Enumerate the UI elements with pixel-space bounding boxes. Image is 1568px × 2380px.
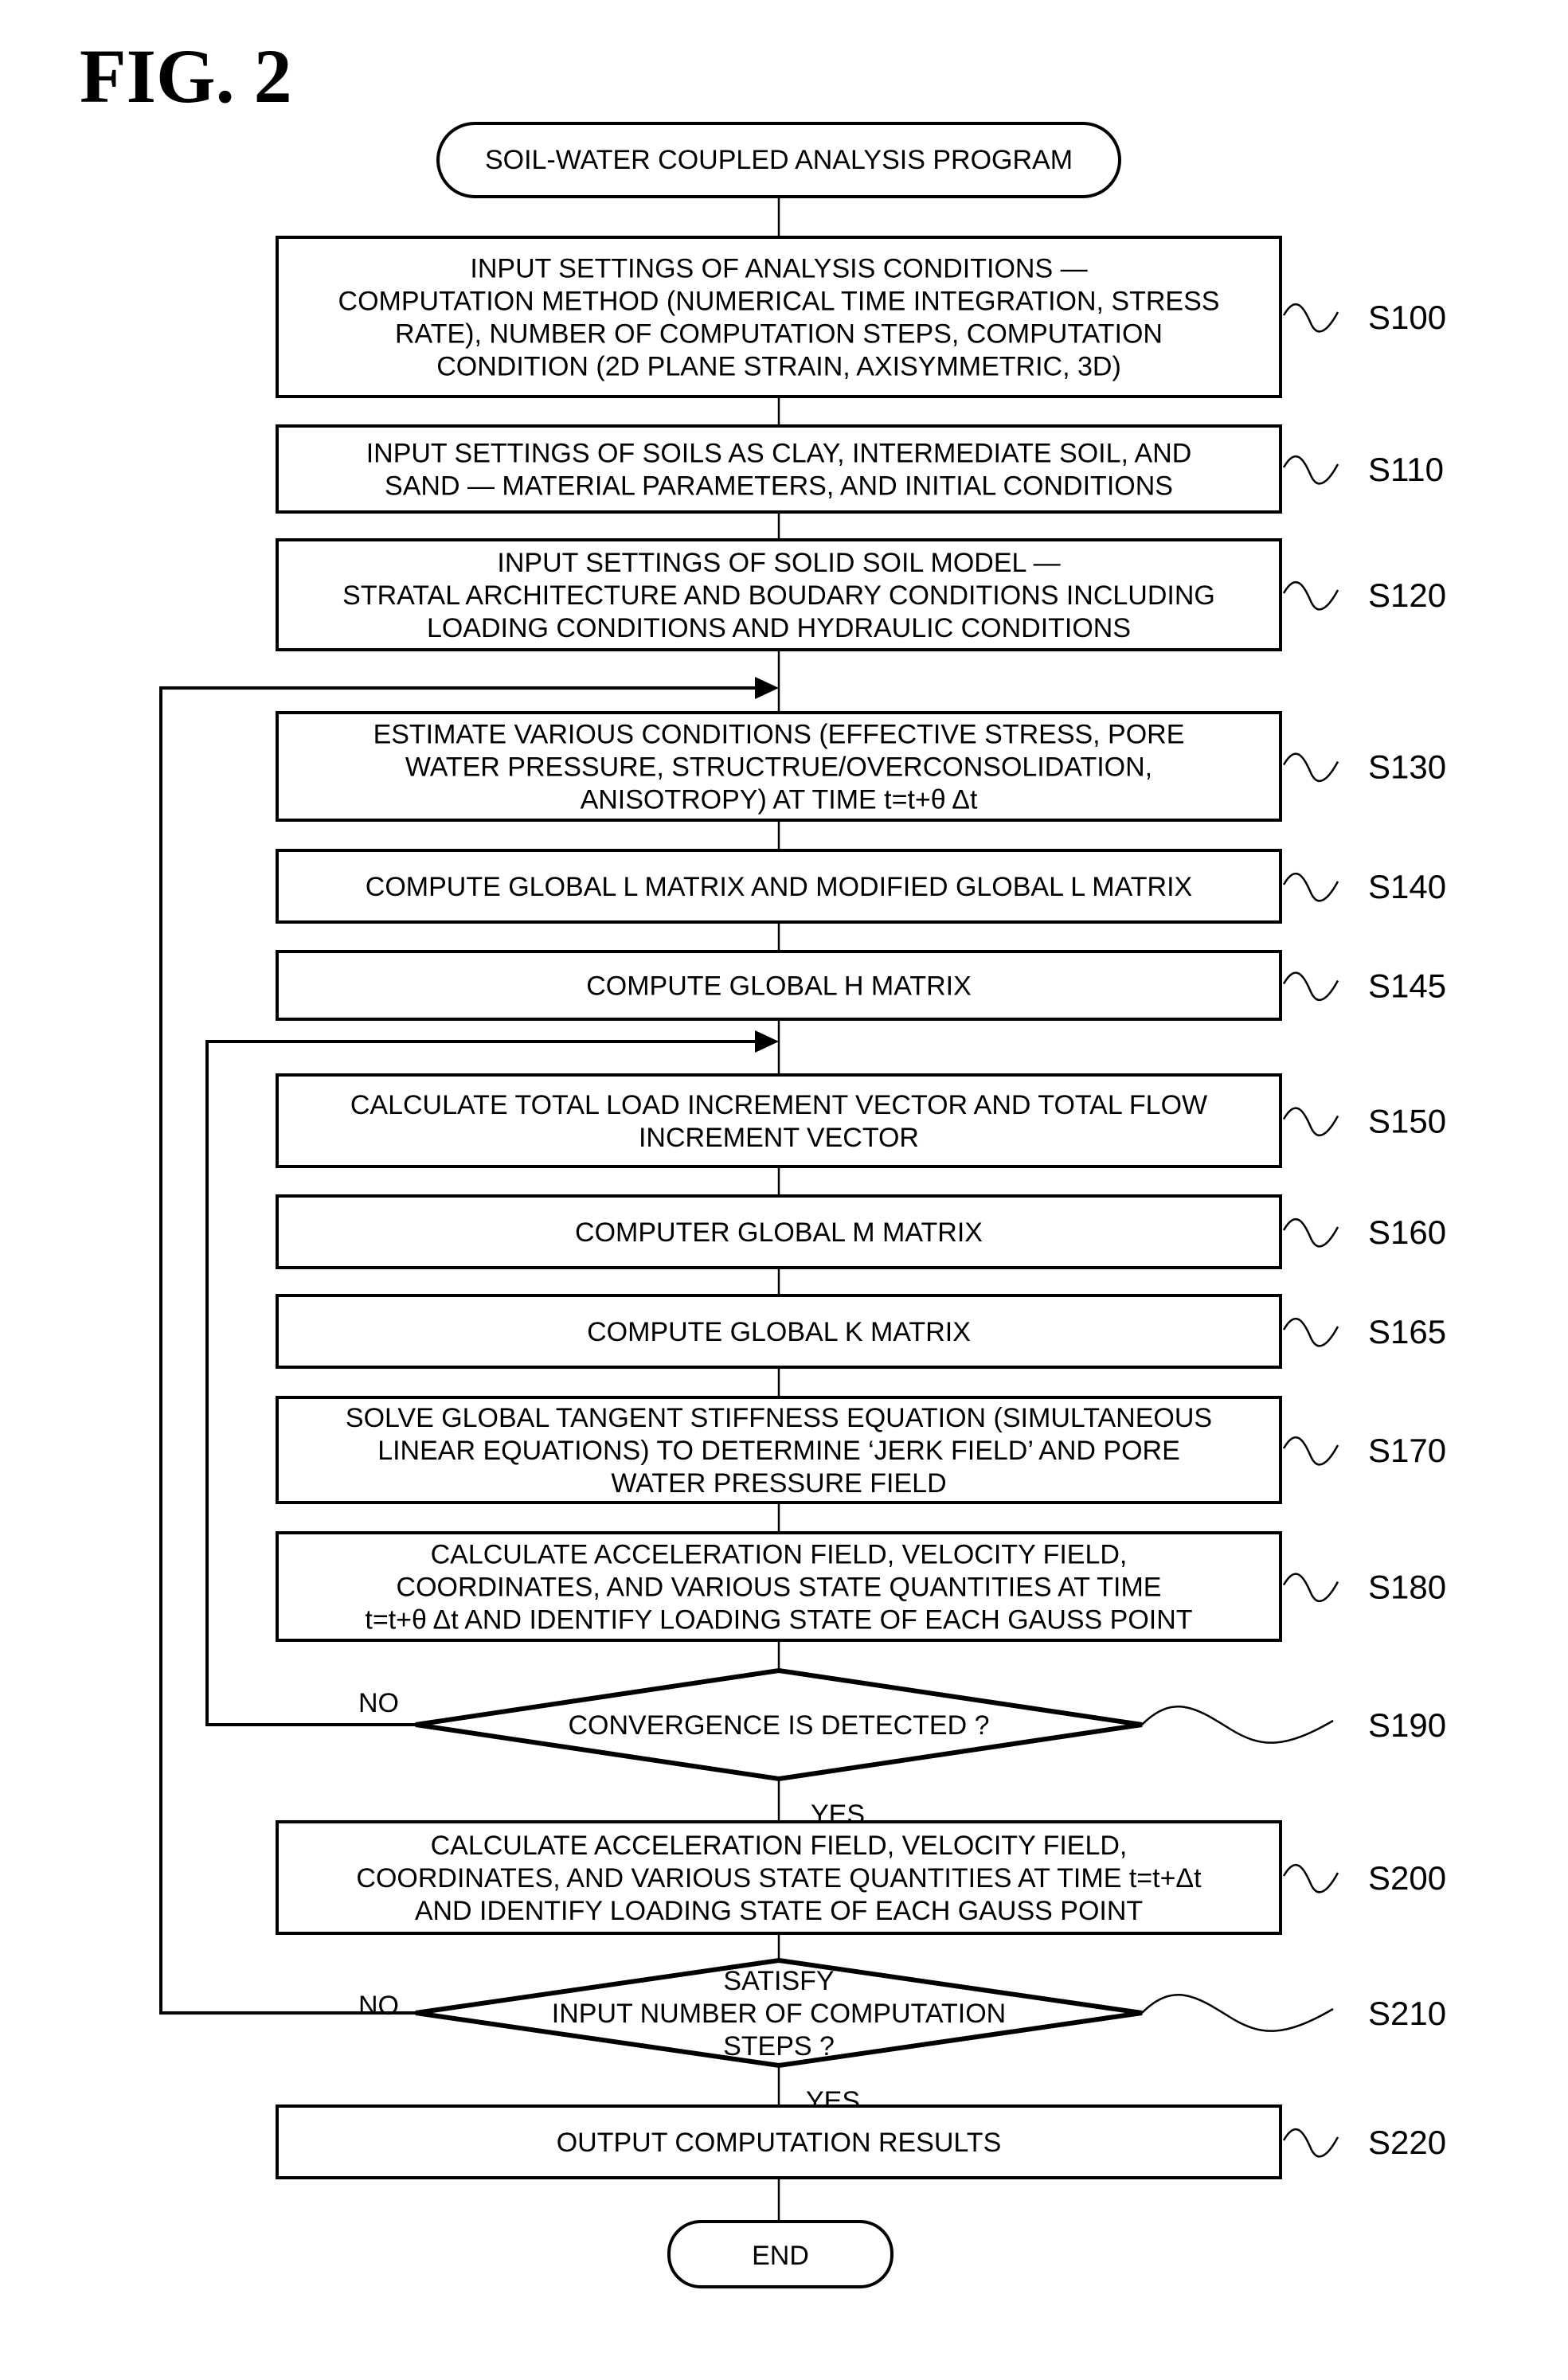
step-id-label: S130 xyxy=(1368,748,1446,786)
step-text-line: COMPUTATION METHOD (NUMERICAL TIME INTEG… xyxy=(338,287,1220,317)
arrowhead-inner-loop xyxy=(755,1030,779,1053)
step-text-line: INPUT SETTINGS OF SOLID SOIL MODEL — xyxy=(497,548,1060,578)
leader-squiggle-icon xyxy=(1282,971,1339,1002)
step-text-line: WATER PRESSURE FIELD xyxy=(611,1468,946,1499)
flowchart-steps: S100 INPUT SETTINGS OF ANALYSIS CONDITION… xyxy=(276,236,1446,2179)
step-id-label: S200 xyxy=(1368,1859,1446,1897)
step-text-line: INPUT SETTINGS OF ANALYSIS CONDITIONS — xyxy=(470,254,1087,284)
step-id-label: S220 xyxy=(1368,2124,1446,2161)
step-id-label: S170 xyxy=(1368,1432,1446,1469)
leader-squiggle-icon xyxy=(1282,2128,1339,2158)
step-text-line: INPUT NUMBER OF COMPUTATION xyxy=(552,1999,1006,2029)
leader-squiggle-icon xyxy=(1282,303,1339,333)
step-id-label: S165 xyxy=(1368,1313,1446,1350)
step-id-label: S110 xyxy=(1368,451,1444,488)
end-terminal: END xyxy=(667,2220,893,2288)
step-text-line: COMPUTER GLOBAL M MATRIX xyxy=(575,1217,983,1248)
step-text-line: COORDINATES, AND VARIOUS STATE QUANTITIE… xyxy=(356,1863,1202,1893)
step-id-label: S190 xyxy=(1368,1706,1446,1744)
figure-title: FIG. 2 xyxy=(80,33,292,119)
step-id-label: S145 xyxy=(1368,967,1446,1005)
step-s220: S220 OUTPUT COMPUTATION RESULTS xyxy=(276,2104,1446,2179)
step-text-line: INPUT SETTINGS OF SOILS AS CLAY, INTERME… xyxy=(366,439,1192,469)
step-text-line: CALCULATE TOTAL LOAD INCREMENT VECTOR AN… xyxy=(350,1090,1207,1120)
step-s120: S120 INPUT SETTINGS OF SOLID SOIL MODEL —… xyxy=(276,538,1446,651)
step-s160: S160 COMPUTER GLOBAL M MATRIX xyxy=(276,1194,1446,1269)
step-s180: S180 CALCULATE ACCELERATION FIELD, VELOCI… xyxy=(276,1531,1446,1642)
step-s110: S110 INPUT SETTINGS OF SOILS AS CLAY, INT… xyxy=(276,424,1444,514)
step-text-line: COORDINATES, AND VARIOUS STATE QUANTITIE… xyxy=(397,1573,1162,1603)
step-s210: NOYESS210SATISFYINPUT NUMBER OF COMPUTAT… xyxy=(358,1957,1446,2116)
step-s100: S100 INPUT SETTINGS OF ANALYSIS CONDITION… xyxy=(276,236,1446,398)
step-text-line: COMPUTE GLOBAL H MATRIX xyxy=(586,971,972,1002)
leader-squiggle-icon xyxy=(1282,1317,1339,1347)
branch-no-label: NO xyxy=(358,1991,399,2021)
step-text-line: CONVERGENCE IS DETECTED ? xyxy=(569,1710,990,1741)
step-text-line: CONDITION (2D PLANE STRAIN, AXISYMMETRIC… xyxy=(436,352,1121,382)
leader-squiggle-icon xyxy=(1141,1994,1334,2032)
step-s170: S170 SOLVE GLOBAL TANGENT STIFFNESS EQUAT… xyxy=(276,1396,1446,1504)
step-text-line: WATER PRESSURE, STRUCTRUE/OVERCONSOLIDAT… xyxy=(405,752,1152,783)
step-s165: S165 COMPUTE GLOBAL K MATRIX xyxy=(276,1294,1446,1369)
step-text-line: LINEAR EQUATIONS) TO DETERMINE ‘JERK FIE… xyxy=(377,1436,1180,1466)
step-s200: S200 CALCULATE ACCELERATION FIELD, VELOCI… xyxy=(276,1820,1446,1935)
step-text-line: ESTIMATE VARIOUS CONDITIONS (EFFECTIVE S… xyxy=(373,720,1185,750)
step-s150: S150 CALCULATE TOTAL LOAD INCREMENT VECTO… xyxy=(276,1073,1446,1168)
step-text-line: STRATAL ARCHITECTURE AND BOUDARY CONDITI… xyxy=(342,580,1215,611)
step-text-line: SAND — MATERIAL PARAMETERS, AND INITIAL … xyxy=(385,471,1173,502)
leader-squiggle-icon xyxy=(1282,455,1339,485)
step-text-line: t=t+θ Δt AND IDENTIFY LOADING STATE OF E… xyxy=(365,1605,1192,1636)
step-text-line: COMPUTE GLOBAL L MATRIX AND MODIFIED GLO… xyxy=(366,872,1192,902)
step-text-line: CALCULATE ACCELERATION FIELD, VELOCITY F… xyxy=(431,1540,1128,1570)
start-terminal: SOIL-WATER COUPLED ANALYSIS PROGRAM xyxy=(436,122,1121,198)
step-text-line: STEPS ? xyxy=(723,2031,835,2061)
step-id-label: S160 xyxy=(1368,1213,1446,1251)
step-s130: S130 ESTIMATE VARIOUS CONDITIONS (EFFECTI… xyxy=(276,711,1446,822)
arrowhead-outer-loop xyxy=(755,677,779,699)
step-text-line: SATISFY xyxy=(723,1966,834,1996)
step-text-line: CALCULATE ACCELERATION FIELD, VELOCITY F… xyxy=(431,1831,1128,1861)
step-s145: S145 COMPUTE GLOBAL H MATRIX xyxy=(276,950,1446,1021)
step-text-line: ANISOTROPY) AT TIME t=t+θ Δt xyxy=(581,785,978,815)
leader-squiggle-icon xyxy=(1282,1107,1339,1137)
step-text-line: COMPUTE GLOBAL K MATRIX xyxy=(587,1317,971,1347)
leader-squiggle-icon xyxy=(1282,580,1339,611)
leader-squiggle-icon xyxy=(1282,1573,1339,1603)
step-s140: S140 COMPUTE GLOBAL L MATRIX AND MODIFIED… xyxy=(276,849,1446,924)
branch-no-label: NO xyxy=(358,1688,399,1718)
leader-squiggle-icon xyxy=(1282,1863,1339,1893)
leader-squiggle-icon xyxy=(1141,1706,1334,1744)
leader-squiggle-icon xyxy=(1282,872,1339,902)
step-text-line: INCREMENT VECTOR xyxy=(639,1123,919,1153)
leader-squiggle-icon xyxy=(1282,1217,1339,1248)
flowchart: FIG. 2 SOIL-WATER COUPLED ANALYSIS PROGR… xyxy=(80,33,1446,2288)
step-id-label: S120 xyxy=(1368,576,1446,614)
step-text-line: LOADING CONDITIONS AND HYDRAULIC CONDITI… xyxy=(427,613,1131,643)
step-id-label: S140 xyxy=(1368,868,1446,905)
start-terminal-label: SOIL-WATER COUPLED ANALYSIS PROGRAM xyxy=(485,145,1073,175)
step-text-line: RATE), NUMBER OF COMPUTATION STEPS, COMP… xyxy=(395,319,1163,350)
step-id-label: S150 xyxy=(1368,1103,1446,1140)
step-text-line: AND IDENTIFY LOADING STATE OF EACH GAUSS… xyxy=(415,1896,1143,1926)
step-id-label: S210 xyxy=(1368,1995,1446,2032)
step-text-line: SOLVE GLOBAL TANGENT STIFFNESS EQUATION … xyxy=(346,1403,1212,1433)
step-s190: NOYESS190CONVERGENCE IS DETECTED ? xyxy=(358,1667,1446,1830)
step-text-line: OUTPUT COMPUTATION RESULTS xyxy=(557,2128,1002,2158)
step-id-label: S100 xyxy=(1368,299,1446,336)
leader-squiggle-icon xyxy=(1282,1436,1339,1466)
leader-squiggle-icon xyxy=(1282,752,1339,783)
step-id-label: S180 xyxy=(1368,1569,1446,1606)
end-terminal-label: END xyxy=(752,2241,809,2271)
